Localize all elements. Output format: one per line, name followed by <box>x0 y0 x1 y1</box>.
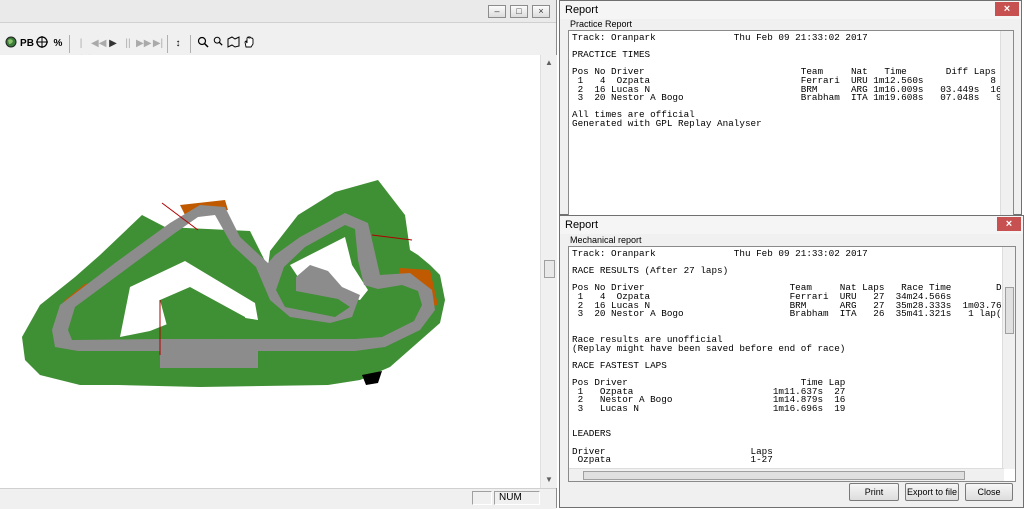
report-line: 3 Lucas N 1m16.696s 19 <box>572 402 846 414</box>
zoom-out-icon[interactable] <box>211 36 225 51</box>
mechanical-report-text[interactable]: Track: Oranpark Thu Feb 09 21:33:02 2017… <box>568 246 1016 482</box>
report-line <box>572 319 1015 328</box>
toolbar: PB % |◀◀ ◀◀ ▶ || ▶▶ ▶| ↕ <box>0 32 556 64</box>
report-line: RACE RESULTS (After 27 laps) <box>572 265 729 277</box>
mechanical-report-lines: Track: Oranpark Thu Feb 09 21:33:02 2017… <box>572 248 1015 466</box>
split-icon[interactable]: ↕ <box>171 36 185 51</box>
track-map-svg <box>22 180 445 387</box>
report-line <box>572 413 1015 422</box>
crosshair-icon[interactable] <box>35 36 49 51</box>
report-line: Ozpata 1-27 <box>572 454 773 466</box>
practice-report-title: Report <box>560 1 1021 19</box>
minimize-button[interactable]: – <box>488 5 506 18</box>
vertical-scrollbar[interactable]: ▲ ▼ <box>540 55 557 488</box>
mechanical-report-title: Report <box>560 216 1023 234</box>
last-icon[interactable]: ▶| <box>151 36 165 51</box>
practice-report-window: Report × Practice Report Track: Oranpark… <box>559 0 1022 216</box>
toolbar-separator <box>190 35 191 53</box>
practice-report-lines: Track: Oranpark Thu Feb 09 21:33:02 2017… <box>572 32 1002 129</box>
scroll-thumb[interactable] <box>544 260 555 278</box>
report-line: LEADERS <box>572 428 612 440</box>
report-line: (Replay might have been saved before end… <box>572 342 846 354</box>
main-titlebar: – □ × <box>0 0 556 23</box>
report-line: 3 20 Nestor A Bogo Brabham ITA 1m19.608s… <box>572 92 1002 104</box>
zoom-map-icon[interactable] <box>226 36 240 51</box>
report-line: RACE FASTEST LAPS <box>572 359 667 371</box>
close-button[interactable]: × <box>532 5 550 18</box>
report-line: Track: Oranpark Thu Feb 09 21:33:02 2017 <box>572 32 868 43</box>
globe-icon[interactable] <box>4 36 18 51</box>
pb-button[interactable]: PB <box>19 36 35 51</box>
report-line: Generated with GPL Replay Analyser <box>572 117 762 129</box>
practice-report-subtitle: Practice Report <box>570 19 633 29</box>
num-indicator: NUM <box>494 491 540 505</box>
toolbar-separator <box>69 35 70 53</box>
toolbar-separator <box>167 35 168 53</box>
scroll-thumb[interactable] <box>1005 287 1014 334</box>
print-button[interactable]: Print <box>849 483 899 501</box>
zoom-in-icon[interactable] <box>196 36 210 51</box>
close-report-button[interactable]: Close <box>965 483 1013 501</box>
mechanical-report-window: Report × Mechanical report Track: Oranpa… <box>559 215 1024 508</box>
maximize-button[interactable]: □ <box>510 5 528 18</box>
close-icon[interactable]: × <box>995 2 1019 16</box>
pause-icon[interactable]: || <box>121 36 135 51</box>
play-icon[interactable]: ▶ <box>106 36 120 51</box>
mechanical-report-subtitle: Mechanical report <box>570 235 642 245</box>
next-icon[interactable]: ▶▶ <box>136 36 151 51</box>
practice-report-text[interactable]: Track: Oranpark Thu Feb 09 21:33:02 2017… <box>568 30 1014 216</box>
mechanical-hscrollbar[interactable] <box>569 468 1004 481</box>
close-icon[interactable]: × <box>997 217 1021 231</box>
prev-icon[interactable]: ◀◀ <box>91 36 106 51</box>
scroll-thumb[interactable] <box>583 471 965 480</box>
status-panel <box>472 491 492 505</box>
report-line: 3 20 Nestor A Bogo Brabham ITA 26 35m41.… <box>572 308 1013 320</box>
report-line: Track: Oranpark Thu Feb 09 21:33:02 2017 <box>572 248 868 259</box>
report-line: PRACTICE TIMES <box>572 49 651 61</box>
first-icon[interactable]: |◀◀ <box>74 36 89 64</box>
export-button[interactable]: Export to file <box>905 483 959 501</box>
practice-scrollbar[interactable] <box>1000 31 1013 215</box>
track-map[interactable] <box>0 55 540 488</box>
scroll-up-arrow[interactable]: ▲ <box>541 55 557 71</box>
status-bar: NUM <box>0 488 556 509</box>
pit-area <box>160 350 258 368</box>
main-window: – □ × PB % |◀◀ ◀◀ ▶ || ▶▶ ▶| ↕ <box>0 0 557 509</box>
scroll-down-arrow[interactable]: ▼ <box>541 472 557 488</box>
mechanical-vscrollbar[interactable] <box>1002 247 1015 469</box>
hand-icon[interactable] <box>242 36 256 51</box>
percent-button[interactable]: % <box>51 36 65 51</box>
report-line <box>572 422 1015 431</box>
